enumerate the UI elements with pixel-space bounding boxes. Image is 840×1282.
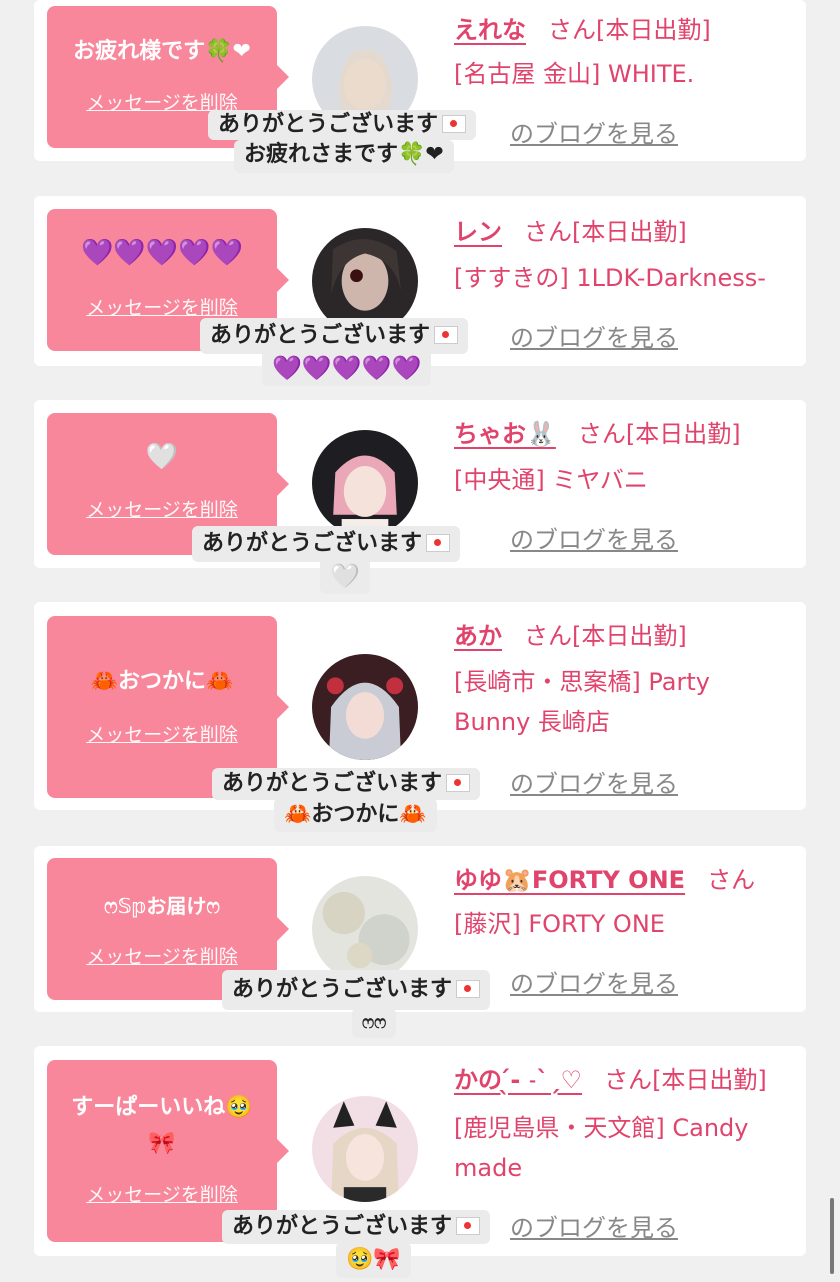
reply-thanks: ありがとうございます [222, 771, 443, 796]
envelope-icon [426, 534, 451, 552]
shop-area: [名古屋 金山] WHITE. [454, 60, 695, 88]
envelope-icon [446, 774, 471, 792]
blog-link[interactable]: のブログを見る [510, 1208, 678, 1243]
envelope-icon [456, 980, 481, 998]
reply-badge: ありがとうございます [208, 110, 477, 140]
delete-message-link[interactable]: メッセージを削除 [47, 720, 277, 747]
cast-name-link[interactable]: レン [454, 218, 502, 246]
reply-text: お疲れさまです🍀❤ [234, 140, 454, 173]
reply-thanks: ありがとうございます [232, 977, 453, 1002]
reply-text: 💜💜💜💜💜 [262, 350, 432, 386]
blog-link[interactable]: のブログを見る [510, 964, 678, 999]
honorific: さん [548, 16, 596, 44]
status-label: [本日出勤] [572, 218, 687, 246]
message-text: ෆ𝕊𝕡お届けෆ [104, 894, 220, 918]
reply-thanks: ありがとうございます [210, 323, 431, 348]
message-text: 🦀おつかに🦀 [90, 669, 234, 694]
blog-link[interactable]: のブログを見る [510, 520, 678, 555]
shop-area-cont: made [454, 1154, 523, 1182]
message-text: 💜💜💜💜💜 [81, 238, 243, 268]
avatar[interactable] [312, 876, 418, 982]
status-label: [本日出勤] [652, 1066, 767, 1094]
honorific: さん [707, 866, 756, 894]
blog-link[interactable]: のブログを見る [510, 318, 678, 353]
avatar[interactable] [312, 430, 418, 536]
delete-message-link[interactable]: メッセージを削除 [47, 495, 277, 522]
blog-link[interactable]: のブログを見る [510, 764, 678, 799]
delete-message-link[interactable]: メッセージを削除 [47, 942, 277, 969]
scrollbar[interactable] [830, 1198, 834, 1274]
reply-thanks: ありがとうございます [202, 531, 423, 556]
cast-name-link[interactable]: ちゃお🐰 [454, 420, 556, 448]
reply-badge: ありがとうございます [222, 1210, 491, 1244]
cast-name-link[interactable]: ゆゆ🐹FORTY ONE [454, 866, 685, 894]
reply-text: ෆෆ [352, 1008, 397, 1038]
blog-link[interactable]: のブログを見る [510, 114, 678, 149]
reply-text: 🦀おつかに🦀 [274, 798, 437, 832]
delete-message-link[interactable]: メッセージを削除 [47, 1180, 277, 1207]
shop-area: [中央通] ミヤバニ [454, 466, 648, 494]
reply-text: 🥹🎀 [336, 1242, 411, 1278]
reply-text: 🤍 [320, 558, 370, 594]
status-label: [本日出勤] [596, 16, 711, 44]
shop-area: [すすきの] 1LDK-Darkness- [454, 264, 766, 292]
honorific: さん [577, 420, 626, 448]
honorific: さん [524, 622, 572, 650]
shop-area: [鹿児島県・天文館] Candy [454, 1114, 749, 1142]
reply-badge: ありがとうございます [212, 768, 481, 800]
envelope-icon [434, 326, 459, 344]
reply-badge: ありがとうございます [200, 318, 469, 354]
cast-name-link[interactable]: かの ̖́-‬ ˗ˋˏ♡ [454, 1066, 582, 1094]
reply-badge: ありがとうございます [192, 526, 461, 562]
honorific: さん [604, 1066, 653, 1094]
status-label: [本日出勤] [625, 420, 741, 448]
cast-name-link[interactable]: あか [454, 622, 502, 650]
shop-area-cont: Bunny 長崎店 [454, 708, 610, 736]
honorific: さん [524, 218, 572, 246]
status-label: [本日出勤] [572, 622, 687, 650]
reply-badge: ありがとうございます [222, 970, 491, 1010]
shop-area: [藤沢] FORTY ONE [454, 910, 665, 938]
envelope-icon [442, 115, 467, 133]
envelope-icon [456, 1217, 481, 1235]
message-text: 🤍 [145, 442, 179, 472]
reply-thanks: ありがとうございます [232, 1214, 453, 1239]
avatar[interactable] [312, 1096, 418, 1202]
cast-name-link[interactable]: えれな [454, 16, 526, 44]
reply-thanks: ありがとうございます [218, 112, 439, 137]
message-text: すーぱーいいね🥹🎀 [71, 1095, 253, 1156]
shop-area: [長崎市・思案橋] Party [454, 668, 710, 696]
message-text: お疲れ様です🍀❤ [73, 39, 251, 64]
delete-message-link[interactable]: メッセージを削除 [47, 293, 277, 320]
avatar[interactable] [312, 654, 418, 760]
